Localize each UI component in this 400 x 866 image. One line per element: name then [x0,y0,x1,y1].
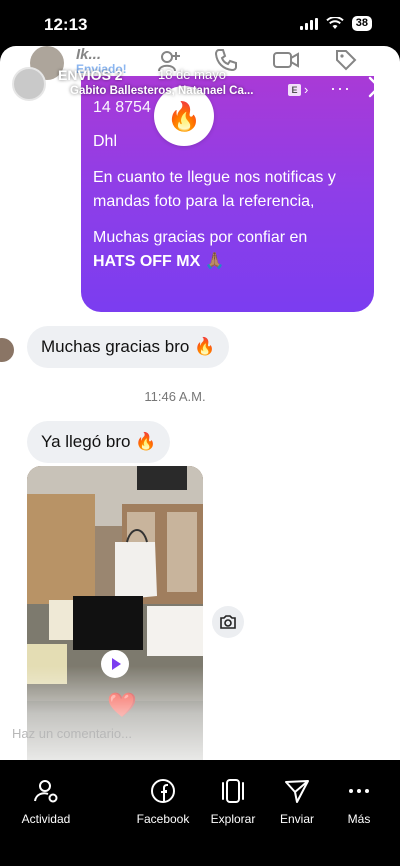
status-icons: 38 [299,16,372,31]
music-bars-icon [58,86,66,97]
battery-indicator: 38 [351,16,372,31]
story-title[interactable]: ENVIOS 2 [58,67,123,83]
more-label: Más [347,812,371,826]
story-date: 18 de mayo [158,67,226,82]
send-icon [285,780,309,803]
activity-label: Actividad [21,812,71,826]
thanks-text: Muchas gracias por confiar en [93,229,308,246]
status-time: 12:13 [44,15,88,34]
message-bubble[interactable]: Muchas gracias bro 🔥 [27,326,230,368]
send-button[interactable]: Enviar [262,778,332,826]
status-bar: 12:13 38 [0,0,400,52]
story-top-bar: ENVIOS 2 18 de mayo Gabito Ballesteros, … [0,64,400,106]
story-music[interactable]: Gabito Ballesteros, Natanael Ca... [70,85,253,97]
cellular-signal-icon [299,17,318,30]
camera-button[interactable] [212,606,244,638]
activity-button[interactable]: Actividad [11,778,81,826]
comment-area [0,666,400,760]
explore-icon [222,779,244,803]
facebook-button[interactable]: Facebook [128,778,198,826]
story-avatar[interactable] [12,67,46,101]
shipment-message-bubble[interactable]: 14 8754 Dhl En cuanto te llegue nos noti… [81,76,374,312]
chevron-right-icon[interactable]: › [304,82,308,97]
facebook-icon [151,779,175,803]
more-button[interactable]: Más [324,778,394,826]
explicit-badge: E [288,84,301,96]
explore-button[interactable]: Explorar [198,778,268,826]
comment-input[interactable]: Haz un comentario... [12,726,132,741]
notify-text: En cuanto te llegue nos notificas y mand… [93,169,336,210]
close-icon[interactable] [364,72,394,102]
brand-text: HATS OFF MX [93,253,201,270]
message-bubble[interactable]: Ya llegó bro 🔥 [27,421,171,463]
sender-avatar[interactable] [0,338,14,362]
story-sheet: Ik... Enviado! 14 8754 Dhl En cuanto te … [0,46,400,760]
more-options-icon[interactable]: ··· [330,78,351,99]
carrier-text: Dhl [93,133,118,150]
activity-icon [34,780,58,803]
chat-name[interactable]: Ik... [76,46,101,63]
camera-icon [220,615,236,629]
send-label: Enviar [279,812,314,826]
explore-label: Explorar [210,812,256,826]
story-action-bar: Actividad Facebook Explorar Enviar Más [0,760,400,866]
message-timestamp: 11:46 A.M. [144,389,206,404]
facebook-label: Facebook [136,812,190,826]
more-icon [349,789,369,793]
pray-emoji: 🙏🏽 [204,253,225,270]
wifi-icon [326,17,344,29]
